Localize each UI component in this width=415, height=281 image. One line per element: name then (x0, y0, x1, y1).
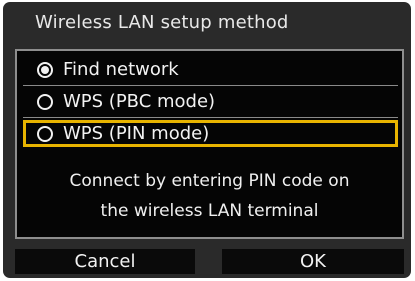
option-label: Find network (63, 59, 179, 80)
ok-button[interactable]: OK (222, 249, 404, 274)
radio-unselected-icon (37, 125, 53, 142)
camera-screen: Wireless LAN setup method Find network W… (3, 2, 411, 278)
option-find-network[interactable]: Find network (23, 56, 398, 83)
divider (23, 85, 398, 86)
radio-unselected-icon (37, 93, 53, 110)
radio-selected-icon (37, 61, 53, 78)
options-panel: Find network WPS (PBC mode) WPS (PIN mod… (15, 49, 404, 239)
option-description: Connect by entering PIN code on the wire… (17, 166, 402, 226)
option-wps-pbc[interactable]: WPS (PBC mode) (23, 88, 398, 115)
option-label: WPS (PIN mode) (63, 123, 210, 144)
dialog-title: Wireless LAN setup method (35, 12, 289, 33)
cancel-button[interactable]: Cancel (15, 249, 195, 274)
option-label: WPS (PBC mode) (63, 91, 216, 112)
option-wps-pin[interactable]: WPS (PIN mode) (23, 120, 398, 147)
description-line-2: the wireless LAN terminal (100, 201, 319, 221)
description-line-1: Connect by entering PIN code on (69, 171, 350, 191)
divider (23, 117, 398, 118)
